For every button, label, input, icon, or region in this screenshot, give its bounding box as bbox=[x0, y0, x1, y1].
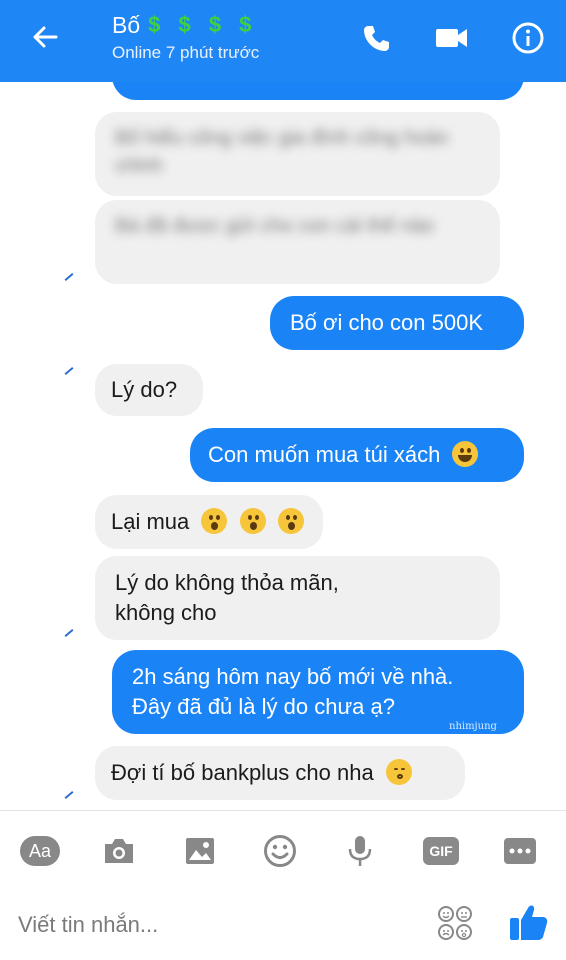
seen-indicator bbox=[64, 629, 74, 637]
chat-header: Bố $ $ $ $ Online 7 phút trước bbox=[0, 0, 566, 82]
message-bubble-partial bbox=[112, 82, 524, 100]
call-button[interactable] bbox=[356, 18, 396, 58]
emoji-button[interactable] bbox=[436, 904, 474, 942]
surprised-emoji bbox=[239, 508, 266, 534]
aa-icon: Aa bbox=[20, 836, 60, 866]
message-bubble: Lý do không thỏa mãn, không cho bbox=[95, 556, 500, 640]
message-text: Lại mua bbox=[111, 509, 190, 534]
video-call-button[interactable] bbox=[432, 18, 472, 58]
message-text: Lý do? bbox=[111, 377, 178, 402]
contact-name: Bố bbox=[112, 11, 141, 38]
microphone-icon bbox=[348, 836, 372, 866]
kissing-emoji bbox=[385, 759, 412, 785]
online-status: Online 7 phút trước bbox=[112, 43, 260, 62]
message-bubble: Đợi tí bố bankplus cho nha bbox=[95, 746, 465, 800]
message-bubble: Bà đã được gửi cho con cái thế nào bbox=[95, 200, 500, 284]
thumbs-up-icon bbox=[510, 905, 548, 940]
info-button[interactable] bbox=[508, 18, 548, 58]
voice-button[interactable] bbox=[340, 831, 380, 871]
emoji-grid-icon bbox=[438, 906, 472, 940]
message-text-line: 2h sáng hôm nay bố mới về nhà. bbox=[132, 664, 454, 689]
gallery-button[interactable] bbox=[180, 831, 220, 871]
message-bubble: 2h sáng hôm nay bố mới về nhà. Đây đã đủ… bbox=[112, 650, 524, 734]
message-composer bbox=[0, 888, 566, 960]
message-text-line: không cho bbox=[115, 600, 217, 625]
seen-indicator bbox=[64, 367, 74, 375]
info-icon bbox=[512, 22, 544, 54]
blurred-text: Bà đã được gửi cho con cái thế nào bbox=[115, 215, 434, 237]
message-bubble: Lại mua bbox=[95, 495, 323, 549]
message-text: Đợi tí bố bankplus cho nha bbox=[111, 760, 374, 785]
back-button[interactable] bbox=[28, 20, 62, 54]
surprised-emoji bbox=[201, 508, 228, 534]
message-text: Bố ơi cho con 500K bbox=[290, 310, 483, 335]
seen-indicator bbox=[64, 791, 74, 799]
dollar-signs: $ $ $ $ bbox=[148, 12, 258, 37]
video-camera-icon bbox=[436, 29, 467, 47]
contact-info[interactable]: Bố $ $ $ $ Online 7 phút trước bbox=[112, 10, 259, 63]
message-bubble: Lý do? bbox=[95, 364, 203, 416]
watermark: nhimjung bbox=[449, 721, 497, 732]
surprised-emoji bbox=[277, 508, 304, 534]
camera-icon bbox=[105, 839, 133, 863]
blurred-text: Bố hiểu công việc gia đình công hoàn chỉ… bbox=[115, 127, 449, 177]
message-input[interactable] bbox=[18, 908, 398, 942]
gif-icon: GIF bbox=[423, 837, 459, 865]
gif-button[interactable]: GIF bbox=[421, 831, 461, 871]
message-text: Con muốn mua túi xách bbox=[208, 442, 441, 467]
message-text-line: Lý do không thỏa mãn, bbox=[115, 570, 339, 595]
composer-toolbar: Aa GIF bbox=[0, 810, 566, 888]
sticker-button[interactable] bbox=[260, 831, 300, 871]
text-format-button[interactable]: Aa bbox=[20, 831, 60, 871]
more-button[interactable] bbox=[500, 831, 540, 871]
more-icon bbox=[504, 838, 536, 864]
seen-indicator bbox=[64, 273, 74, 281]
message-bubble: Con muốn mua túi xách bbox=[190, 428, 524, 482]
smiley-icon bbox=[264, 835, 296, 867]
back-arrow-icon bbox=[33, 26, 58, 48]
phone-icon bbox=[364, 26, 389, 51]
like-button[interactable] bbox=[506, 900, 550, 944]
camera-button[interactable] bbox=[99, 831, 139, 871]
message-bubble: Bố ơi cho con 500K bbox=[270, 296, 524, 350]
image-icon bbox=[186, 838, 214, 864]
message-list[interactable]: Bố hiểu công việc gia đình công hoàn chỉ… bbox=[0, 82, 566, 810]
message-bubble: Bố hiểu công việc gia đình công hoàn chỉ… bbox=[95, 112, 500, 196]
grinning-emoji bbox=[452, 441, 479, 467]
